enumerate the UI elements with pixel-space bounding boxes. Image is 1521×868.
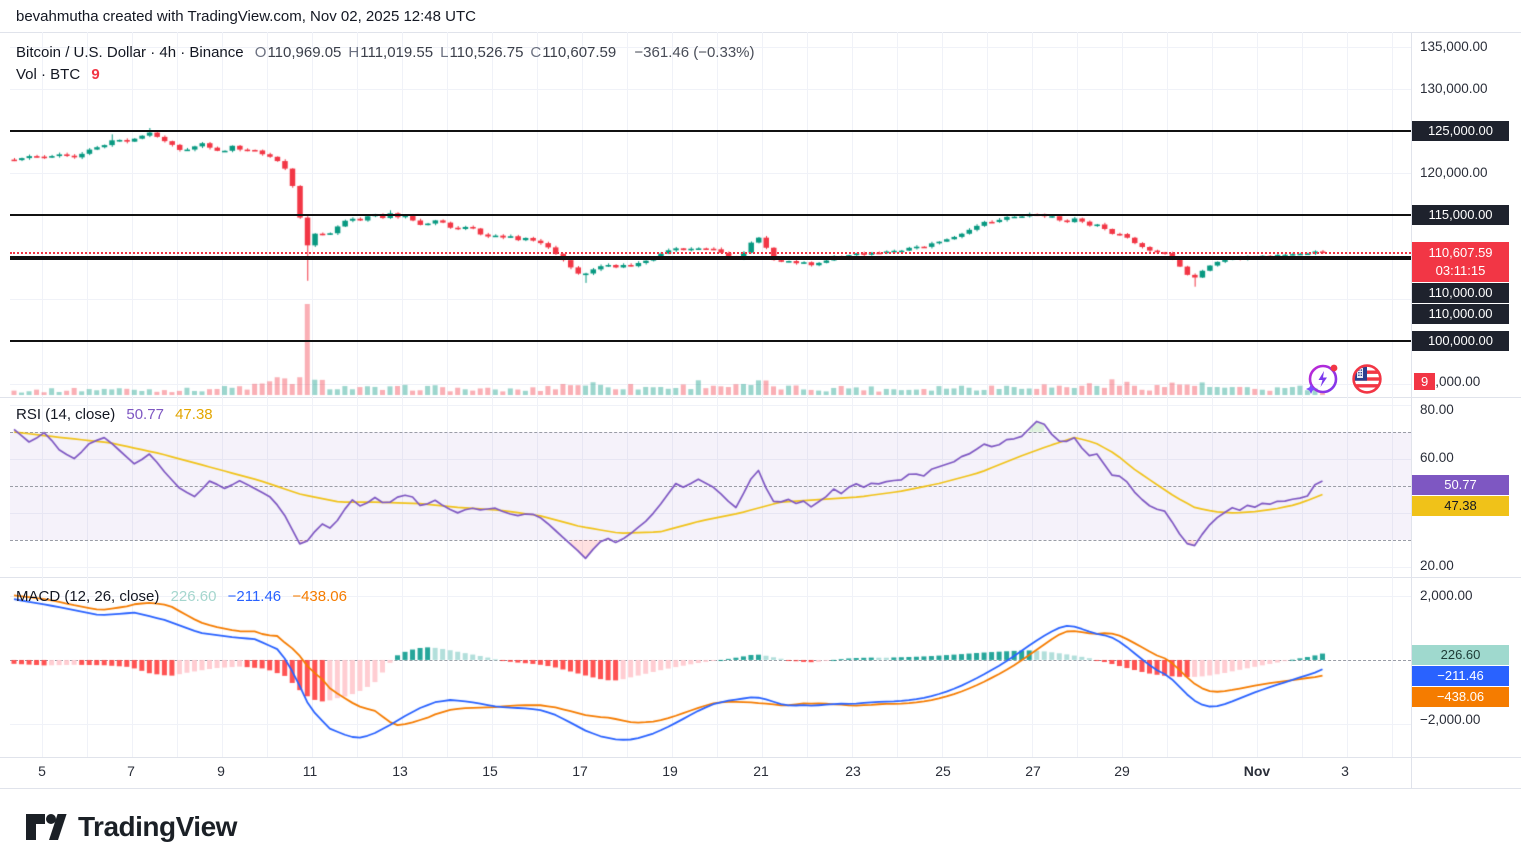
time-tick-11[interactable]: 11 <box>303 763 318 779</box>
time-tick-5[interactable]: 5 <box>38 763 46 779</box>
current-price-value: 110,607.59 <box>1412 244 1509 262</box>
brand-name: TradingView <box>78 811 237 843</box>
symbol-title[interactable]: Bitcoin / U.S. Dollar · 4h · Binance <box>16 44 244 61</box>
time-tick-19[interactable]: 19 <box>662 763 678 779</box>
time-tick-21[interactable]: 21 <box>753 763 769 779</box>
rsi-title[interactable]: RSI (14, close) <box>16 406 115 423</box>
hline-100000[interactable] <box>10 340 1411 342</box>
ohlc-key: C <box>530 44 541 61</box>
time-tick-27[interactable]: 27 <box>1025 763 1041 779</box>
volume-axis-row: 9 ,000.00 <box>1414 373 1480 390</box>
price-tick: 130,000.00 <box>1420 81 1488 96</box>
ohlc-value: 110,526.75 <box>449 44 523 61</box>
price-tick: 135,000.00 <box>1420 39 1488 54</box>
rsi-value-badge: 50.77 <box>1412 475 1509 495</box>
time-tick-13[interactable]: 13 <box>392 763 408 779</box>
macd-line-value: −211.46 <box>228 588 282 605</box>
ohlc-key: L <box>440 44 448 61</box>
time-tick-29[interactable]: 29 <box>1114 763 1130 779</box>
bar-countdown: 03:11:15 <box>1412 262 1509 279</box>
ohlc-values: O110,969.05 H111,019.55 L110,526.75 C110,60… <box>255 44 623 61</box>
rsi-ma-value: 47.38 <box>175 406 213 423</box>
macd-title[interactable]: MACD (12, 26, close) <box>16 588 159 605</box>
price-line-badge: 110,000.00 <box>1412 283 1509 303</box>
attribution-text: bevahmutha created with TradingView.com,… <box>16 8 476 25</box>
time-tick-3[interactable]: 3 <box>1341 763 1349 779</box>
macd-signal-value: −438.06 <box>292 588 347 605</box>
price-tick: 120,000.00 <box>1420 165 1488 180</box>
ohlc-key: H <box>348 44 359 61</box>
tradingview-glyph-icon <box>24 810 68 844</box>
macd-tick: 2,000.00 <box>1420 588 1473 603</box>
us-flag-icon[interactable] <box>1349 361 1385 397</box>
ai-spark-icon[interactable] <box>1303 360 1341 398</box>
hline-125000[interactable] <box>10 130 1411 132</box>
volume-label: Vol · BTC <box>16 66 80 83</box>
volume-value: 9 <box>91 66 99 83</box>
time-axis-divider <box>0 757 1521 758</box>
rsi-legend[interactable]: RSI (14, close) 50.77 47.38 <box>16 406 220 423</box>
ohlc-key: O <box>255 44 267 61</box>
symbol-legend[interactable]: Bitcoin / U.S. Dollar · 4h · Binance O11… <box>16 44 762 61</box>
price-line-badge: 100,000.00 <box>1412 331 1509 351</box>
rsi-value: 50.77 <box>126 406 164 423</box>
brand-logo[interactable]: TradingView <box>24 810 237 844</box>
time-tick-23[interactable]: 23 <box>845 763 861 779</box>
time-tick-9[interactable]: 9 <box>217 763 225 779</box>
rsi-pane-canvas[interactable] <box>10 397 1411 577</box>
change-value: −361.46 (−0.33%) <box>634 44 754 61</box>
tradingview-chart-page: { "header": { "attribution": "bevahmutha… <box>0 0 1521 868</box>
ohlc-value: 111,019.55 <box>360 44 433 61</box>
macd-hist-badge: 226.60 <box>1412 645 1509 665</box>
price-tick-partial: ,000.00 <box>1435 374 1480 389</box>
time-tick-25[interactable]: 25 <box>935 763 951 779</box>
hline-110000[interactable] <box>10 256 1411 260</box>
time-tick-Nov[interactable]: Nov <box>1244 763 1270 779</box>
hline-115000[interactable] <box>10 214 1411 216</box>
price-line-badge: 110,000.00 <box>1412 304 1509 324</box>
price-line-badge: 115,000.00 <box>1412 205 1509 225</box>
macd-legend[interactable]: MACD (12, 26, close) 226.60 −211.46 −438… <box>16 588 354 605</box>
price-line-badge: 125,000.00 <box>1412 121 1509 141</box>
time-tick-7[interactable]: 7 <box>127 763 135 779</box>
macd-line-badge: −211.46 <box>1412 666 1509 686</box>
macd-signal-badge: −438.06 <box>1412 687 1509 707</box>
current-price-line <box>10 252 1411 254</box>
volume-axis-badge: 9 <box>1414 373 1435 390</box>
volume-legend[interactable]: Vol · BTC 9 <box>16 66 107 83</box>
time-tick-17[interactable]: 17 <box>572 763 588 779</box>
current-price-badge: 110,607.59 03:11:15 <box>1412 242 1509 282</box>
ohlc-value: 110,607.59 <box>542 44 616 61</box>
macd-tick: −2,000.00 <box>1420 712 1480 727</box>
rsi-tick: 80.00 <box>1420 402 1454 417</box>
ohlc-value: 110,969.05 <box>267 44 341 61</box>
rsi-tick: 20.00 <box>1420 558 1454 573</box>
macd-hist-value: 226.60 <box>171 588 217 605</box>
footer-divider <box>0 788 1521 789</box>
rsi-ma-badge: 47.38 <box>1412 496 1509 516</box>
time-tick-15[interactable]: 15 <box>482 763 498 779</box>
rsi-tick: 60.00 <box>1420 450 1454 465</box>
